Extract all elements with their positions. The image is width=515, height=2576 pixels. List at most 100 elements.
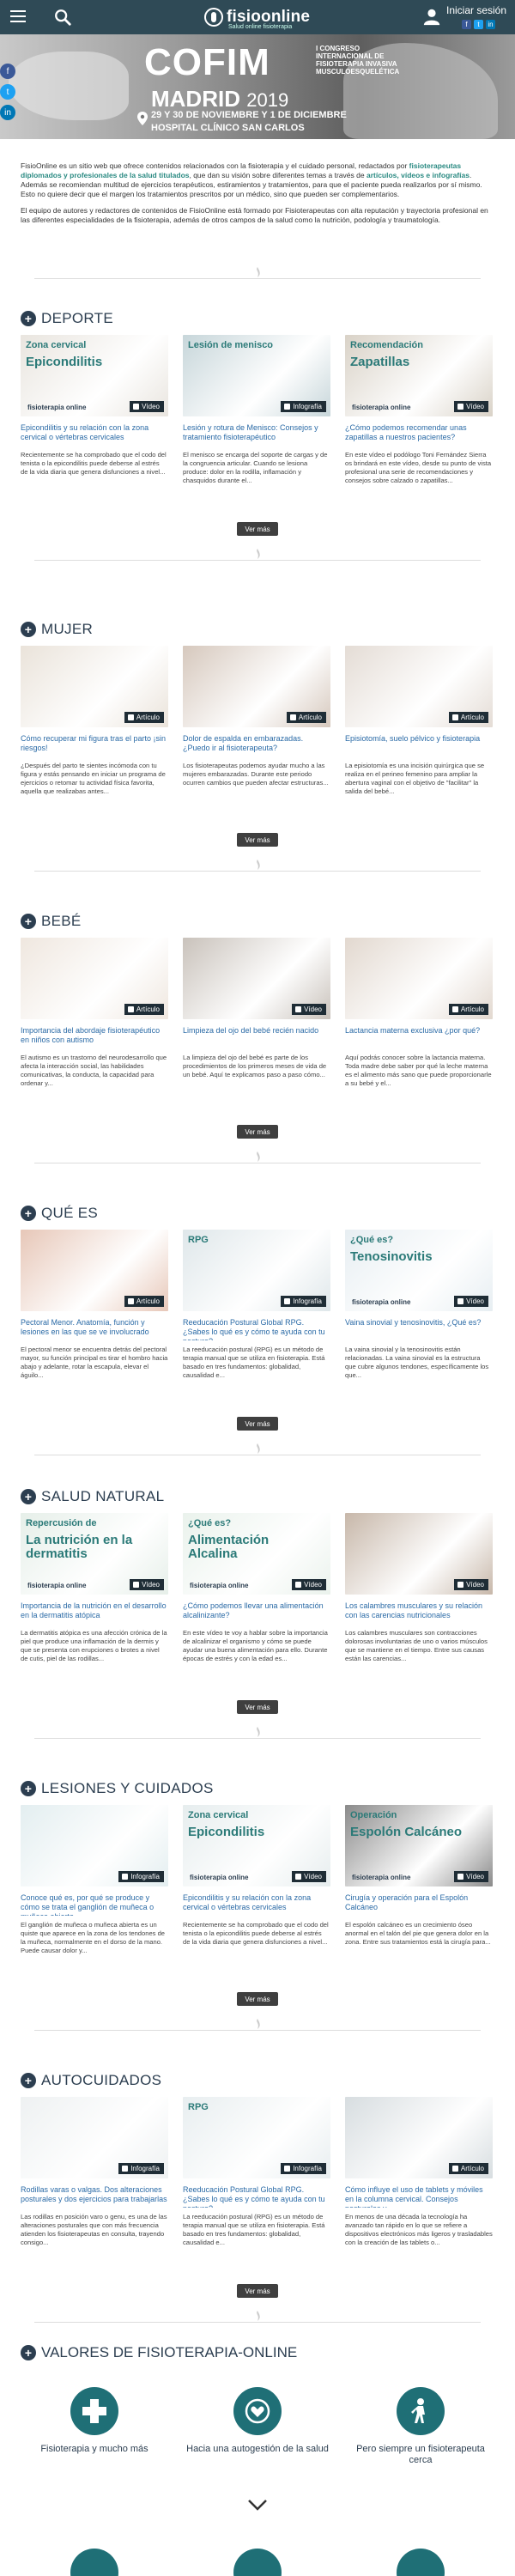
content-card[interactable]: ¿Qué es? Alimentación Alcalina fisioterapi… bbox=[183, 1513, 330, 1663]
section-title-text[interactable]: AUTOCUIDADOS bbox=[41, 2072, 161, 2089]
card-title-link[interactable]: Lactancia materna exclusiva ¿por qué? bbox=[345, 1026, 493, 1048]
card-title-link[interactable]: Limpieza del ojo del bebé recién nacido bbox=[183, 1026, 330, 1048]
card-title-link[interactable]: Importancia del abordaje fisioterapéutic… bbox=[21, 1026, 168, 1048]
facebook-icon[interactable]: f bbox=[462, 20, 471, 29]
card-thumbnail[interactable]: Artículo bbox=[21, 938, 168, 1019]
card-thumbnail[interactable]: Artículo bbox=[21, 646, 168, 727]
content-card[interactable]: Recomendación Zapatillas fisioterapia onli… bbox=[345, 335, 493, 485]
see-more-button[interactable]: Ver más bbox=[237, 1125, 278, 1139]
content-card[interactable]: Artículo Pectoral Menor. Anatomía, funció… bbox=[21, 1230, 168, 1380]
see-more-button[interactable]: Ver más bbox=[237, 522, 278, 536]
card-thumbnail[interactable]: Artículo bbox=[345, 646, 493, 727]
card-thumbnail[interactable]: Vídeo bbox=[183, 938, 330, 1019]
section-title-text[interactable]: DEPORTE bbox=[41, 310, 113, 327]
section-title-text[interactable]: MUJER bbox=[41, 621, 93, 638]
content-card[interactable]: Infografía Conoce qué es, por qué se prod… bbox=[21, 1805, 168, 1955]
twitter-icon[interactable]: t bbox=[474, 20, 483, 29]
plus-icon[interactable]: + bbox=[21, 1781, 36, 1796]
content-card[interactable]: Artículo Lactancia materna exclusiva ¿por… bbox=[345, 938, 493, 1088]
content-card[interactable]: Infografía Rodillas varas o valgas. Dos a… bbox=[21, 2097, 168, 2247]
menu-icon[interactable] bbox=[10, 10, 26, 22]
card-title-link[interactable]: ¿Cómo podemos recomendar unas zapatillas… bbox=[345, 423, 493, 446]
plus-icon[interactable]: + bbox=[21, 1489, 36, 1504]
site-logo[interactable]: fisioonline Salud online fisioterapia bbox=[204, 4, 310, 30]
see-more-button[interactable]: Ver más bbox=[237, 2284, 278, 2298]
section-title-text[interactable]: BEBÉ bbox=[41, 913, 82, 930]
see-more-button[interactable]: Ver más bbox=[237, 1992, 278, 2006]
card-thumbnail[interactable]: Artículo bbox=[345, 2097, 493, 2178]
card-thumbnail[interactable]: Repercusión de La nutrición en la dermati… bbox=[21, 1513, 168, 1595]
user-icon[interactable] bbox=[422, 7, 441, 26]
see-more-button[interactable]: Ver más bbox=[237, 1700, 278, 1714]
content-card[interactable]: Operación Espolón Calcáneo fisioterapia on… bbox=[345, 1805, 493, 1955]
card-title-link[interactable]: Epicondilitis y su relación con la zona … bbox=[21, 423, 168, 446]
content-card[interactable]: Zona cervical Epicondilitis fisioterapia o… bbox=[183, 1805, 330, 1955]
card-thumbnail[interactable]: ¿Qué es? Tenosinovitis fisioterapia online… bbox=[345, 1230, 493, 1311]
content-card[interactable]: RPG Infografía Reeducación Postural Global… bbox=[183, 1230, 330, 1380]
section-title-text[interactable]: SALUD NATURAL bbox=[41, 1488, 164, 1505]
content-card[interactable]: Repercusión de La nutrición en la dermati… bbox=[21, 1513, 168, 1663]
event-banner[interactable]: COFIM I CONGRESO INTERNACIONAL DE FISIOT… bbox=[0, 34, 515, 139]
card-title-link[interactable]: Cirugía y operación para el Espolón Calc… bbox=[345, 1893, 493, 1916]
content-card[interactable]: Vídeo Limpieza del ojo del bebé recién na… bbox=[183, 938, 330, 1088]
card-thumbnail[interactable]: Artículo bbox=[21, 1230, 168, 1311]
plus-icon[interactable]: + bbox=[21, 311, 36, 326]
see-more-button[interactable]: Ver más bbox=[237, 833, 278, 847]
card-thumbnail[interactable]: Zona cervical Epicondilitis fisioterapia o… bbox=[183, 1805, 330, 1886]
twitter-icon[interactable]: t bbox=[0, 84, 15, 100]
content-type-badge: Vídeo bbox=[130, 1579, 164, 1590]
card-thumbnail[interactable]: Vídeo bbox=[345, 1513, 493, 1595]
card-title-link[interactable]: Los calambres musculares y su relación c… bbox=[345, 1601, 493, 1624]
section-title-text[interactable]: LESIONES Y CUIDADOS bbox=[41, 1780, 214, 1797]
card-title-link[interactable]: Reeducación Postural Global RPG. ¿Sabes … bbox=[183, 2185, 330, 2208]
card-title-link[interactable]: Epicondilitis y su relación con la zona … bbox=[183, 1893, 330, 1916]
card-thumbnail[interactable]: Infografía bbox=[21, 2097, 168, 2178]
card-thumbnail[interactable]: Artículo bbox=[183, 646, 330, 727]
divider bbox=[34, 560, 481, 561]
card-thumbnail[interactable]: Artículo bbox=[345, 938, 493, 1019]
content-card[interactable]: ¿Qué es? Tenosinovitis fisioterapia online… bbox=[345, 1230, 493, 1380]
card-thumbnail[interactable]: Recomendación Zapatillas fisioterapia onli… bbox=[345, 335, 493, 416]
content-card[interactable]: RPG Infografía Reeducación Postural Global… bbox=[183, 2097, 330, 2247]
card-title-link[interactable]: Episiotomía, suelo pélvico y fisioterapi… bbox=[345, 734, 493, 756]
card-title-link[interactable]: Vaina sinovial y tenosinovitis, ¿Qué es? bbox=[345, 1318, 493, 1340]
content-card[interactable]: Lesión de menisco Infografía Lesión y rotu… bbox=[183, 335, 330, 485]
card-title-link[interactable]: Dolor de espalda en embarazadas. ¿Puedo … bbox=[183, 734, 330, 756]
facebook-icon[interactable]: f bbox=[0, 64, 15, 79]
content-card[interactable]: Artículo Cómo influye el uso de tablets y… bbox=[345, 2097, 493, 2247]
content-card[interactable]: Artículo Episiotomía, suelo pélvico y fis… bbox=[345, 646, 493, 796]
content-card[interactable]: Vídeo Los calambres musculares y su relac… bbox=[345, 1513, 493, 1663]
section-title-text[interactable]: QUÉ ES bbox=[41, 1205, 98, 1222]
card-title-link[interactable]: ¿Cómo podemos llevar una alimentación al… bbox=[183, 1601, 330, 1624]
plus-icon[interactable]: + bbox=[21, 1206, 36, 1221]
plus-icon[interactable]: + bbox=[21, 2073, 36, 2088]
plus-icon[interactable]: + bbox=[21, 2345, 36, 2360]
card-thumbnail[interactable]: Infografía bbox=[21, 1805, 168, 1886]
card-title-link[interactable]: Reeducación Postural Global RPG. ¿Sabes … bbox=[183, 1318, 330, 1340]
card-thumbnail[interactable]: Operación Espolón Calcáneo fisioterapia on… bbox=[345, 1805, 493, 1886]
card-thumbnail[interactable]: ¿Qué es? Alimentación Alcalina fisioterapi… bbox=[183, 1513, 330, 1595]
card-title-link[interactable]: Importancia de la nutrición en el desarr… bbox=[21, 1601, 168, 1624]
plus-icon[interactable]: + bbox=[21, 914, 36, 929]
card-thumbnail[interactable]: RPG Infografía bbox=[183, 1230, 330, 1311]
plus-icon[interactable]: + bbox=[21, 622, 36, 637]
card-title-link[interactable]: Cómo recuperar mi figura tras el parto ¡… bbox=[21, 734, 168, 756]
content-card[interactable]: Artículo Dolor de espalda en embarazadas.… bbox=[183, 646, 330, 796]
card-thumbnail[interactable]: RPG Infografía bbox=[183, 2097, 330, 2178]
linkedin-icon[interactable]: in bbox=[0, 105, 15, 120]
card-title-link[interactable]: Conoce qué es, por qué se produce y cómo… bbox=[21, 1893, 168, 1916]
chevron-down-icon[interactable] bbox=[247, 2499, 268, 2511]
card-title-link[interactable]: Rodillas varas o valgas. Dos alteracione… bbox=[21, 2185, 168, 2208]
card-thumbnail[interactable]: Lesión de menisco Infografía bbox=[183, 335, 330, 416]
see-more-button[interactable]: Ver más bbox=[237, 1417, 278, 1431]
login-link[interactable]: Iniciar sesión bbox=[446, 4, 506, 16]
content-card[interactable]: Artículo Cómo recuperar mi figura tras el… bbox=[21, 646, 168, 796]
content-card[interactable]: Artículo Importancia del abordaje fisiote… bbox=[21, 938, 168, 1088]
card-title-link[interactable]: Cómo influye el uso de tablets y móviles… bbox=[345, 2185, 493, 2208]
search-icon[interactable] bbox=[53, 8, 72, 27]
card-title-link[interactable]: Pectoral Menor. Anatomía, función y lesi… bbox=[21, 1318, 168, 1340]
content-card[interactable]: Zona cervical Epicondilitis fisioterapia o… bbox=[21, 335, 168, 485]
card-title-link[interactable]: Lesión y rotura de Menisco: Consejos y t… bbox=[183, 423, 330, 446]
card-thumbnail[interactable]: Zona cervical Epicondilitis fisioterapia o… bbox=[21, 335, 168, 416]
linkedin-icon[interactable]: in bbox=[486, 20, 495, 29]
